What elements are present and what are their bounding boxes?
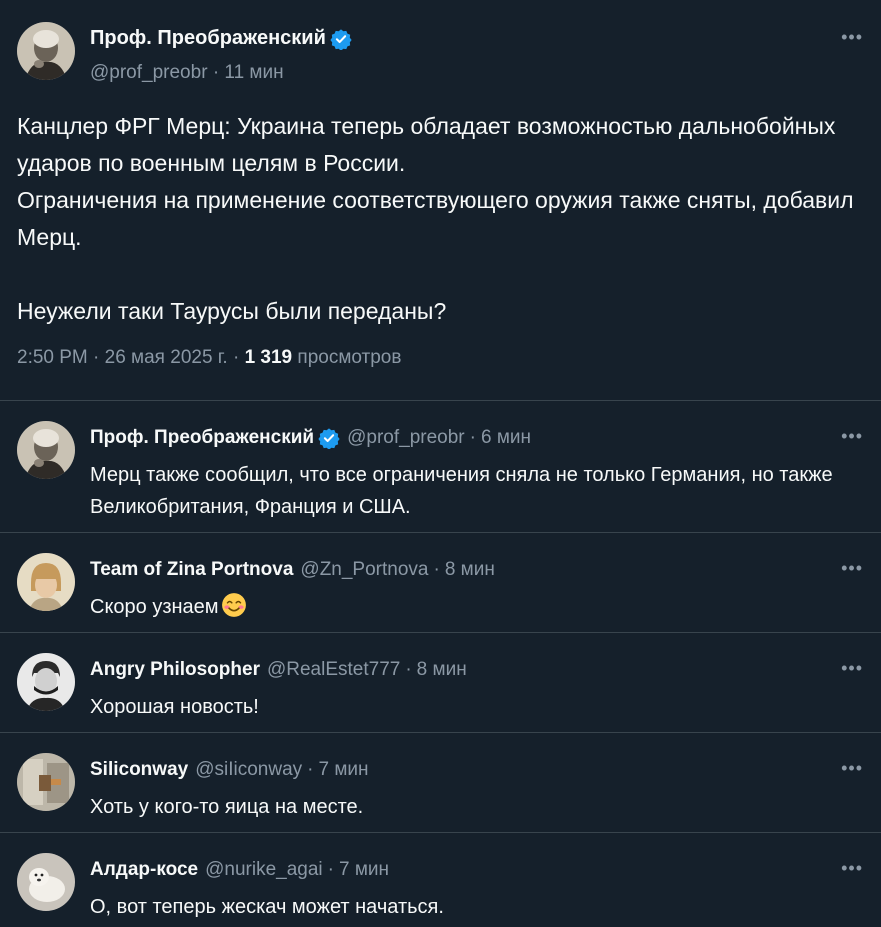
reply-time[interactable]: 8 мин [445, 559, 495, 581]
reply-header: Проф. Преображенский @prof_preobr · 6 ми… [90, 427, 531, 449]
reply-header: Angry Philosopher @RealEstet777 · 8 мин [90, 659, 467, 681]
more-horizontal-icon[interactable]: ••• [841, 427, 863, 445]
reply-text: О, вот теперь жескач может начаться. [90, 896, 444, 918]
avatar[interactable] [17, 853, 75, 911]
reply-text: Хорошая новость! [90, 696, 259, 718]
author-handle[interactable]: @RealEstet777 [267, 659, 400, 681]
avatar-photo-image [17, 853, 75, 911]
separator-dot: · [212, 62, 220, 83]
reply-time[interactable]: 7 мин [339, 859, 389, 881]
reply-item[interactable]: Siliconway @siIiconway · 7 мин ••• Хоть … [0, 733, 881, 833]
author-row: Проф. Преображенский [90, 27, 352, 50]
verified-badge-icon [318, 428, 340, 449]
author-handle[interactable]: @nurike_agai [205, 859, 323, 881]
reply-text: Мерц также сообщил, что все ограничения … [90, 464, 833, 518]
avatar-portrait-image [17, 421, 75, 479]
tweet-text: Канцлер ФРГ Мерц: Украина теперь обладае… [17, 113, 854, 324]
separator-dot: · [405, 659, 412, 680]
reply-text: Скоро узнаем [90, 596, 219, 618]
author-handle[interactable]: @Zn_Portnova [300, 559, 428, 581]
avatar-portrait-image [17, 653, 75, 711]
reply-time[interactable]: 6 мин [481, 427, 531, 449]
author-name[interactable]: Team of Zina Portnova [90, 559, 293, 581]
views-count[interactable]: 1 319 [245, 347, 293, 368]
main-tweet: Проф. Преображенский @prof_preobr · 11 м… [0, 0, 881, 401]
author-name[interactable]: Проф. Преображенский [90, 427, 314, 449]
author-name[interactable]: Siliconway [90, 759, 188, 781]
reply-time[interactable]: 7 мин [318, 759, 368, 781]
more-horizontal-icon[interactable]: ••• [841, 659, 863, 677]
more-horizontal-icon[interactable]: ••• [841, 759, 863, 777]
reply-header: Siliconway @siIiconway · 7 мин [90, 759, 368, 781]
handle-row: @prof_preobr · 11 мин [90, 62, 284, 84]
reply-item[interactable]: Алдар-косе @nurike_agai · 7 мин ••• О, в… [0, 833, 881, 927]
author-handle[interactable]: @prof_preobr [90, 62, 208, 83]
author-name[interactable]: Проф. Преображенский [90, 27, 326, 50]
tweet-meta: 2:50 PM · 26 мая 2025 г. · 1 319 просмот… [17, 347, 401, 369]
author-handle[interactable]: @siIiconway [195, 759, 302, 781]
avatar-portrait-image [17, 553, 75, 611]
reply-text: Хоть у кого-то яица на месте. [90, 796, 364, 818]
smiling-face-emoji [221, 593, 246, 617]
author-name[interactable]: Алдар-косе [90, 859, 198, 881]
reply-item[interactable]: Angry Philosopher @RealEstet777 · 8 мин … [0, 633, 881, 733]
avatar-portrait-image [17, 22, 75, 80]
avatar[interactable] [17, 653, 75, 711]
avatar[interactable] [17, 22, 75, 80]
tweet-timestamp[interactable]: 2:50 PM · 26 мая 2025 г. · [17, 347, 239, 368]
separator-dot: · [327, 859, 334, 880]
separator-dot: · [469, 427, 476, 448]
more-horizontal-icon[interactable]: ••• [841, 859, 863, 877]
reply-header: Team of Zina Portnova @Zn_Portnova · 8 м… [90, 559, 495, 581]
avatar[interactable] [17, 421, 75, 479]
avatar-photo-image [17, 753, 75, 811]
author-handle[interactable]: @prof_preobr [347, 427, 465, 449]
reply-item[interactable]: Team of Zina Portnova @Zn_Portnova · 8 м… [0, 533, 881, 633]
views-label: просмотров [297, 347, 402, 368]
avatar[interactable] [17, 753, 75, 811]
reply-header: Алдар-косе @nurike_agai · 7 мин [90, 859, 389, 881]
reply-item[interactable]: Проф. Преображенский @prof_preobr · 6 ми… [0, 401, 881, 533]
more-horizontal-icon[interactable]: ••• [841, 28, 863, 46]
separator-dot: · [307, 759, 314, 780]
tweet-time[interactable]: 11 мин [224, 62, 283, 83]
separator-dot: · [433, 559, 440, 580]
reply-text-container: Скоро узнаем [90, 591, 870, 623]
verified-badge-icon [330, 28, 352, 50]
more-horizontal-icon[interactable]: ••• [841, 559, 863, 577]
avatar[interactable] [17, 553, 75, 611]
author-name[interactable]: Angry Philosopher [90, 659, 260, 681]
reply-time[interactable]: 8 мин [417, 659, 467, 681]
